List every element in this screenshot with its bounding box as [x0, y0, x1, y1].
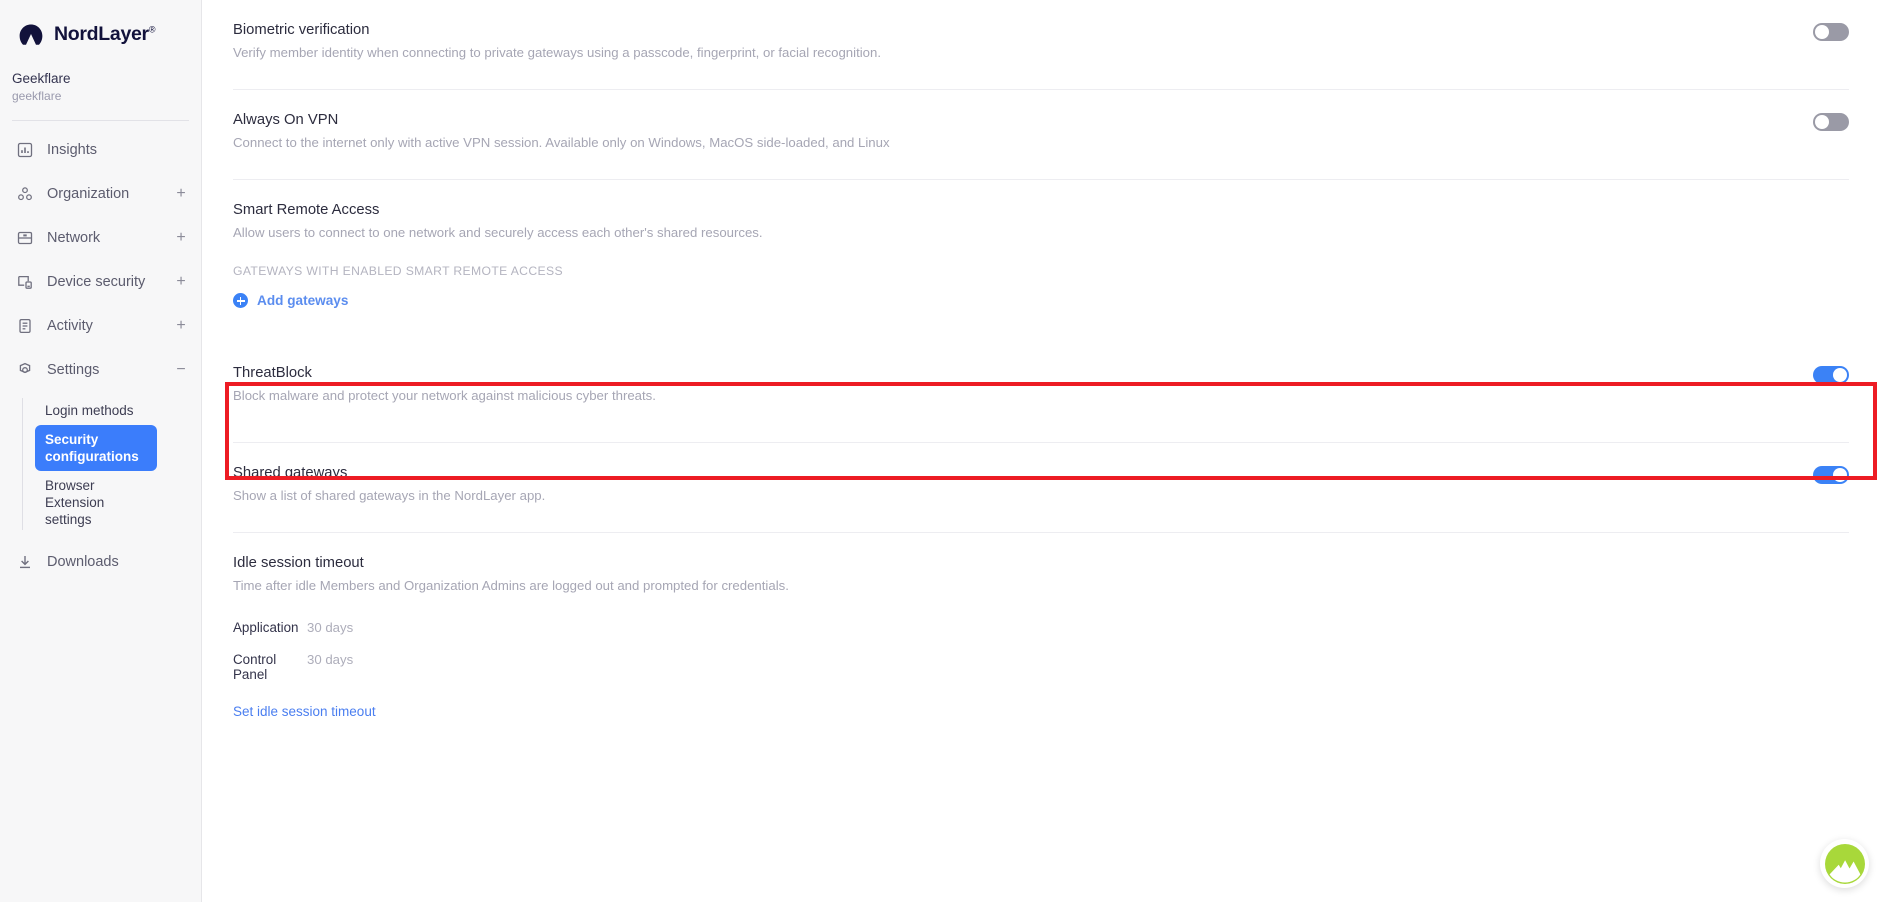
always-on-vpn-toggle[interactable]: [1813, 113, 1849, 131]
registered-mark: ®: [148, 24, 156, 35]
settings-gear-icon: [16, 361, 34, 379]
sidebar-item-settings[interactable]: Settings −: [0, 348, 201, 392]
idle-timeout-key: Control Panel: [233, 652, 277, 682]
sidebar: NordLayer® Geekflare geekflare Insights: [0, 0, 202, 902]
add-gateways-button[interactable]: Add gateways: [233, 293, 348, 308]
idle-timeout-row-control-panel: Control Panel 30 days: [233, 652, 1433, 682]
setting-smart-remote-access: Smart Remote Access Allow users to conne…: [202, 180, 1887, 336]
sidebar-item-browser-extension-settings[interactable]: Browser Extension settings: [35, 471, 157, 534]
settings-subnav: Login methods Security configurations Br…: [0, 396, 201, 534]
device-security-icon: [16, 273, 34, 291]
sidebar-item-downloads[interactable]: Downloads: [0, 540, 201, 584]
setting-description: Show a list of shared gateways in the No…: [233, 488, 546, 503]
sidebar-expander[interactable]: +: [175, 230, 187, 246]
download-icon: [16, 553, 34, 571]
sidebar-item-label: Insights: [47, 142, 97, 158]
setting-description: Verify member identity when connecting t…: [233, 45, 882, 60]
organization-icon: [16, 185, 34, 203]
idle-timeout-value: 30 days: [307, 620, 354, 635]
network-server-icon: [16, 229, 34, 247]
sidebar-item-label: Network: [47, 230, 101, 246]
sidebar-item-label: Organization: [47, 186, 130, 202]
idle-timeout-row-application: Application 30 days: [233, 620, 1433, 635]
setting-title: Idle session timeout: [233, 555, 364, 571]
plus-circle-icon: [233, 293, 248, 308]
setting-description: Allow users to connect to one network an…: [233, 225, 763, 240]
setting-always-on-vpn: Always On VPN Connect to the internet on…: [202, 90, 1887, 179]
setting-description: Block malware and protect your network a…: [233, 388, 656, 403]
add-gateways-label: Add gateways: [257, 293, 349, 308]
organization-slug: geekflare: [12, 89, 62, 103]
setting-title: Smart Remote Access: [233, 202, 380, 218]
setting-shared-gateways: Shared gateways Show a list of shared ga…: [202, 443, 1887, 532]
brand-logo[interactable]: NordLayer®: [0, 0, 201, 49]
toggle-knob: [1815, 25, 1829, 39]
setting-title: Biometric verification: [233, 22, 370, 38]
sidebar-expander[interactable]: −: [175, 362, 187, 378]
setting-threatblock: ThreatBlock Block malware and protect yo…: [202, 337, 1887, 442]
sidebar-item-security-configurations[interactable]: Security configurations: [35, 425, 157, 471]
setting-description: Time after idle Members and Organization…: [233, 578, 789, 593]
insights-chart-icon: [16, 141, 34, 159]
sidebar-item-login-methods[interactable]: Login methods: [35, 396, 157, 425]
brand-name: NordLayer®: [54, 23, 156, 46]
nordlayer-mountain-badge-icon: [1824, 843, 1865, 884]
sidebar-item-label: Activity: [47, 318, 93, 334]
idle-timeout-key: Application: [233, 620, 299, 635]
setting-biometric-verification: Biometric verification Verify member ide…: [202, 0, 1887, 89]
sidebar-nav: Insights Organization + Network + Device…: [0, 121, 201, 584]
organization-info[interactable]: Geekflare geekflare: [0, 49, 201, 105]
nordlayer-mountain-logo-icon: [19, 24, 43, 45]
app-root: NordLayer® Geekflare geekflare Insights: [0, 0, 1887, 902]
sidebar-item-label: Settings: [47, 362, 100, 378]
setting-description: Connect to the internet only with active…: [233, 135, 890, 150]
sidebar-item-network[interactable]: Network +: [0, 216, 201, 260]
biometric-verification-toggle[interactable]: [1813, 23, 1849, 41]
organization-name: Geekflare: [12, 71, 71, 86]
shared-gateways-toggle[interactable]: [1813, 466, 1849, 484]
sidebar-expander[interactable]: +: [175, 274, 187, 290]
sidebar-item-activity[interactable]: Activity +: [0, 304, 201, 348]
main-content: Biometric verification Verify member ide…: [202, 0, 1887, 902]
idle-timeout-value: 30 days: [307, 652, 354, 667]
sidebar-item-label: Downloads: [47, 554, 119, 570]
sidebar-item-insights[interactable]: Insights: [0, 128, 201, 172]
sidebar-item-label: Device security: [47, 274, 146, 290]
setting-title: Shared gateways: [233, 465, 348, 481]
nordlayer-help-badge[interactable]: [1820, 839, 1869, 888]
setting-idle-session-timeout: Idle session timeout Time after idle Mem…: [202, 533, 1887, 719]
sidebar-item-organization[interactable]: Organization +: [0, 172, 201, 216]
activity-document-icon: [16, 317, 34, 335]
threatblock-toggle[interactable]: [1813, 366, 1849, 384]
sidebar-expander[interactable]: +: [175, 318, 187, 334]
sidebar-item-device-security[interactable]: Device security +: [0, 260, 201, 304]
toggle-knob: [1833, 468, 1847, 482]
sidebar-expander[interactable]: +: [175, 186, 187, 202]
gateways-subheading: GATEWAYS WITH ENABLED SMART REMOTE ACCES…: [233, 264, 563, 278]
toggle-knob: [1833, 368, 1847, 382]
toggle-knob: [1815, 115, 1829, 129]
set-idle-session-timeout-link[interactable]: Set idle session timeout: [233, 704, 376, 719]
setting-title: ThreatBlock: [233, 365, 312, 381]
setting-title: Always On VPN: [233, 112, 339, 128]
